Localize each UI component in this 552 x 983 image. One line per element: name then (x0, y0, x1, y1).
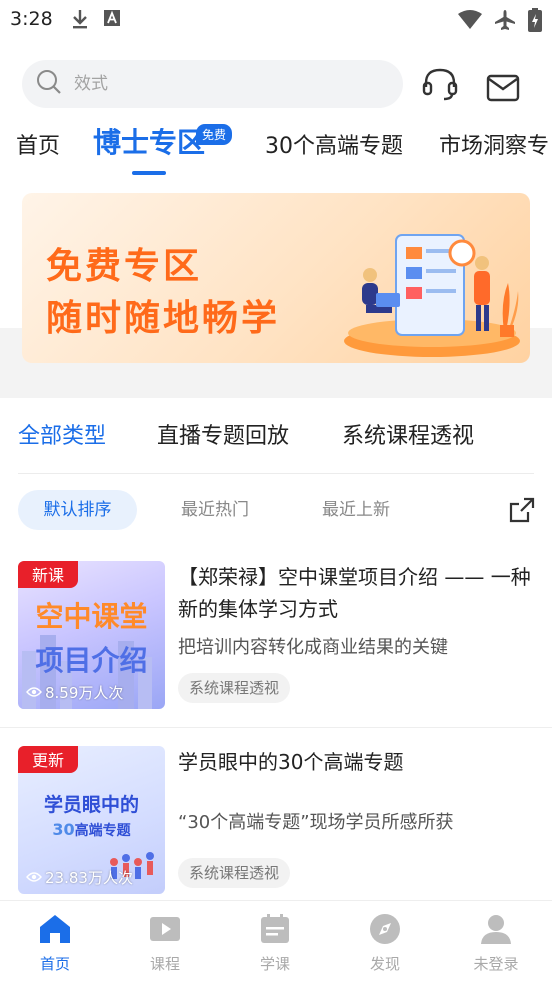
thumb-text-2: 30高端专题 (52, 820, 131, 839)
thumb-text-2-label: 高端专题 (74, 823, 131, 839)
thumb-text-1: 学员眼中的 (43, 794, 139, 816)
top-tab-bar: 首页 博士专区 30个高端专题 市场洞察专 (0, 128, 552, 178)
cat-all-types[interactable]: 全部类型 (18, 418, 106, 450)
banner-illustration (344, 234, 520, 357)
bottom-nav: 首页 课程 学课 发现 未登录 (0, 900, 552, 983)
course-thumbnail: 学员眼中的 30高端专题 更新 23.83万人次 (18, 746, 165, 894)
status-icons (458, 8, 542, 36)
category-tabs: 全部类型 直播专题回放 系统课程透视 (0, 418, 552, 458)
status-time: 3:28 (10, 8, 53, 30)
font-a-icon (104, 10, 120, 30)
battery-icon (528, 8, 542, 36)
sort-newest[interactable]: 最近上新 (322, 490, 390, 530)
user-icon (479, 915, 513, 949)
view-count-text: 23.83万人次 (45, 869, 133, 887)
promo-banner[interactable]: 免费专区 随时随地畅学 (22, 193, 530, 363)
course-thumbnail: 空中课堂 项目介绍 新课 8.59万人次 (18, 561, 165, 709)
nav-discover-label: 发现 (369, 955, 400, 973)
view-count: 8.59万人次 (26, 682, 123, 703)
headset-icon[interactable] (422, 67, 458, 105)
nav-courses[interactable]: 课程 (125, 913, 205, 974)
tab-doctor-zone[interactable]: 博士专区 (93, 128, 205, 161)
download-icon (70, 8, 90, 34)
free-badge: 免费 (196, 124, 233, 145)
view-count-text: 8.59万人次 (45, 684, 124, 702)
divider (0, 727, 552, 728)
home-icon (38, 915, 72, 949)
nav-discover[interactable]: 发现 (345, 913, 425, 974)
view-count: 23.83万人次 (26, 867, 133, 888)
thumb-text-2: 项目介绍 (35, 644, 148, 677)
tab-30-topics[interactable]: 30个高端专题 (265, 128, 403, 160)
active-tab-indicator (132, 171, 166, 175)
nav-study[interactable]: 学课 (235, 913, 315, 974)
cat-system-course[interactable]: 系统课程透视 (342, 418, 474, 450)
nav-login-label: 未登录 (473, 955, 519, 973)
course-title[interactable]: 【郑荣禄】空中课堂项目介绍 —— 一种新的集体学习方式 (178, 561, 534, 625)
search-bar[interactable] (22, 60, 403, 108)
share-icon[interactable] (508, 496, 536, 528)
course-tag[interactable]: 系统课程透视 (178, 673, 291, 703)
banner-line-2: 随时随地畅学 (46, 298, 281, 339)
course-card[interactable]: 学员眼中的 30高端专题 更新 23.83万人次 学员眼中的30个高端专题 “3… (18, 746, 534, 894)
course-badge: 更新 (18, 746, 79, 773)
calendar-icon (258, 914, 292, 949)
airplane-icon (494, 9, 516, 35)
nav-study-label: 学课 (259, 955, 290, 973)
course-subtitle: “30个高端专题”现场学员所感所获 (178, 812, 454, 833)
divider (18, 473, 534, 474)
course-card[interactable]: 空中课堂 项目介绍 新课 8.59万人次 【郑荣禄】空中课堂项目介绍 —— 一种… (18, 561, 534, 709)
wifi-icon (458, 10, 482, 34)
tab-home[interactable]: 首页 (16, 128, 60, 160)
video-icon (148, 917, 182, 949)
course-tag[interactable]: 系统课程透视 (178, 858, 291, 888)
search-input[interactable] (74, 74, 354, 94)
sort-default[interactable]: 默认排序 (18, 490, 137, 530)
course-badge: 新课 (18, 561, 79, 588)
cat-live-replay[interactable]: 直播专题回放 (157, 418, 289, 450)
nav-home-label: 首页 (39, 955, 70, 973)
sort-hot[interactable]: 最近热门 (181, 490, 249, 530)
nav-courses-label: 课程 (149, 955, 180, 973)
thumb-text-1: 空中课堂 (35, 600, 148, 633)
nav-login[interactable]: 未登录 (456, 913, 536, 974)
status-bar: 3:28 (0, 0, 552, 40)
compass-icon (368, 914, 402, 949)
course-subtitle: 把培训内容转化成商业结果的关键 (178, 637, 448, 658)
banner-line-1: 免费专区 (46, 246, 203, 287)
eye-icon (26, 684, 42, 702)
course-title[interactable]: 学员眼中的30个高端专题 (178, 746, 534, 778)
eye-icon (26, 869, 42, 887)
mail-icon[interactable] (486, 74, 520, 106)
nav-home[interactable]: 首页 (15, 913, 95, 974)
tab-market-insight[interactable]: 市场洞察专 (439, 128, 549, 160)
search-icon (36, 69, 62, 99)
